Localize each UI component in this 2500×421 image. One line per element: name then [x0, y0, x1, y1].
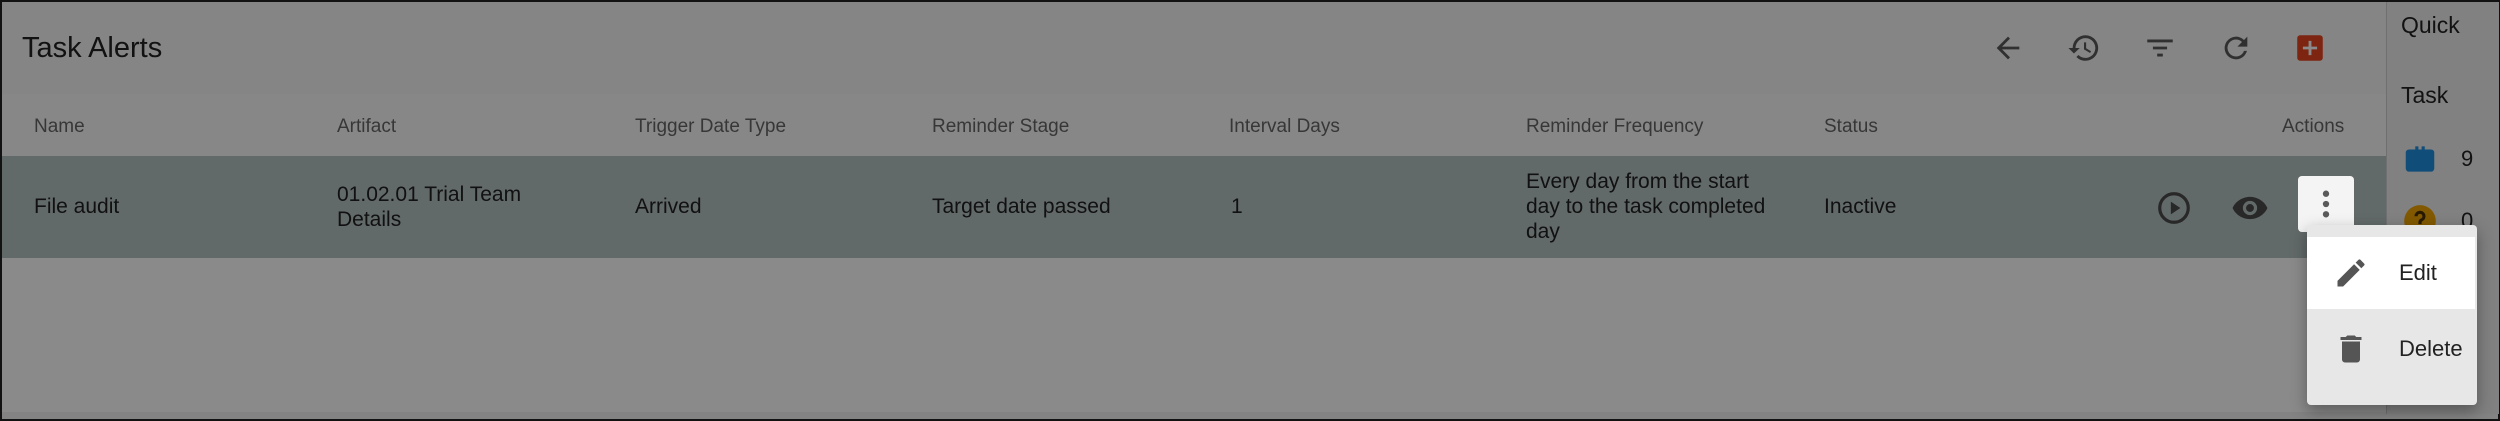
- cell-frequency-line: day to the task completed: [1526, 195, 1766, 218]
- column-header-trigger-date-type[interactable]: Trigger Date Type: [635, 116, 786, 138]
- quick-item-tasks[interactable]: 9: [2401, 140, 2473, 178]
- eye-icon: [2232, 196, 2268, 220]
- history-button[interactable]: [2062, 26, 2106, 70]
- more-actions-button-active[interactable]: [2298, 176, 2354, 232]
- play-circle-icon: [2158, 192, 2190, 224]
- cell-artifact: 01.02.01 Trial Team Details: [337, 182, 521, 232]
- add-button[interactable]: [2288, 26, 2332, 70]
- back-arrow-icon: [1996, 36, 2020, 60]
- cell-status: Inactive: [1824, 195, 1897, 218]
- quick-panel-section: Task: [2401, 82, 2449, 108]
- menu-item-label: Edit: [2399, 260, 2437, 285]
- task-alerts-panel: Task Alerts Name Artifact Trigger Date T…: [2, 2, 2386, 412]
- cell-interval-days: 1: [1231, 195, 1243, 218]
- cell-frequency-line: Every day from the start: [1526, 170, 1749, 193]
- column-header-interval-days[interactable]: Interval Days: [1229, 116, 1340, 138]
- run-button[interactable]: [2146, 180, 2202, 236]
- refresh-icon: [2224, 36, 2248, 60]
- trash-icon: [2340, 335, 2362, 363]
- column-header-reminder-frequency[interactable]: Reminder Frequency: [1526, 116, 1703, 138]
- cell-frequency-line: day: [1526, 220, 1560, 243]
- menu-item-label: Delete: [2399, 336, 2463, 361]
- history-icon: [2068, 35, 2099, 61]
- cell-name: File audit: [34, 195, 120, 218]
- quick-item-count: 9: [2461, 146, 2474, 171]
- cell-artifact-line: Details: [337, 208, 402, 231]
- more-vert-icon: [2322, 190, 2330, 218]
- filter-button[interactable]: [2138, 26, 2182, 70]
- column-header-name[interactable]: Name: [34, 116, 85, 138]
- back-button[interactable]: [1986, 26, 2030, 70]
- menu-item-edit[interactable]: Edit: [2307, 237, 2475, 309]
- column-header-reminder-stage[interactable]: Reminder Stage: [932, 116, 1069, 138]
- panel-header: Task Alerts: [2, 2, 2386, 94]
- row-actions-menu: Edit Delete: [2307, 225, 2477, 405]
- table-header: Name Artifact Trigger Date Type Reminder…: [2, 94, 2386, 157]
- cell-reminder-frequency: Every day from the start day to the task…: [1526, 169, 1765, 244]
- briefcase-icon: [2405, 146, 2435, 172]
- column-header-status[interactable]: Status: [1824, 116, 1878, 138]
- table-row[interactable]: File audit 01.02.01 Trial Team Details A…: [2, 156, 2386, 258]
- cell-trigger-date-type: Arrived: [635, 195, 702, 218]
- quick-panel-title: Quick: [2401, 12, 2460, 38]
- add-icon: [2297, 35, 2323, 61]
- menu-item-delete[interactable]: Delete: [2307, 313, 2475, 385]
- column-header-actions: Actions: [2282, 116, 2345, 137]
- cell-reminder-stage: Target date passed: [932, 195, 1111, 218]
- cell-artifact-line: 01.02.01 Trial Team: [337, 183, 522, 206]
- pencil-icon: [2337, 259, 2365, 287]
- view-button[interactable]: [2222, 180, 2278, 236]
- filter-icon: [2147, 39, 2173, 57]
- column-header-artifact[interactable]: Artifact: [337, 116, 396, 138]
- page-title: Task Alerts: [22, 32, 163, 64]
- refresh-button[interactable]: [2214, 26, 2258, 70]
